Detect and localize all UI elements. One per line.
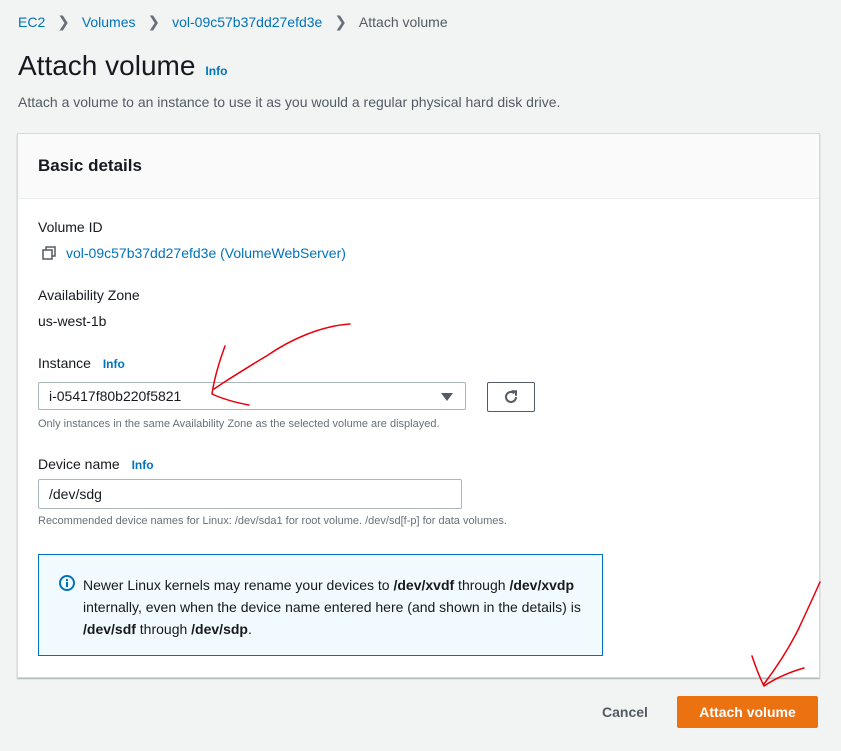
attach-volume-button[interactable]: Attach volume (677, 696, 818, 728)
breadcrumb-volumes[interactable]: Volumes (82, 14, 136, 30)
copy-icon[interactable] (42, 246, 56, 260)
device-name-hint: Recommended device names for Linux: /dev… (38, 515, 507, 527)
instance-label-text: Instance (38, 355, 91, 371)
volume-id-label: Volume ID (38, 219, 103, 235)
instance-select[interactable]: i-05417f80b220f5821 (38, 382, 466, 410)
device-name-label: Device name Info (38, 456, 154, 472)
breadcrumb-ec2[interactable]: EC2 (18, 14, 45, 30)
availability-zone-value: us-west-1b (38, 313, 107, 329)
instance-label: Instance Info (38, 355, 125, 371)
device-name-label-text: Device name (38, 456, 120, 472)
info-circle-icon (59, 575, 75, 591)
breadcrumb-volume-id[interactable]: vol-09c57b37dd27efd3e (172, 14, 322, 30)
breadcrumb: EC2 ❯ Volumes ❯ vol-09c57b37dd27efd3e ❯ … (18, 13, 448, 31)
title-info-link[interactable]: Info (205, 64, 227, 78)
panel-title: Basic details (38, 156, 142, 175)
refresh-icon (505, 390, 517, 403)
chevron-right-icon: ❯ (57, 14, 70, 31)
info-alert: Newer Linux kernels may rename your devi… (38, 554, 603, 656)
caret-down-icon (441, 393, 453, 401)
device-name-info-link[interactable]: Info (132, 458, 154, 472)
cancel-button[interactable]: Cancel (590, 696, 660, 728)
basic-details-panel: Basic details Volume ID vol-09c57b37dd27… (17, 133, 820, 678)
breadcrumb-current: Attach volume (358, 14, 448, 30)
page-header: Attach volume Info (18, 50, 227, 82)
alert-text: Newer Linux kernels may rename your devi… (83, 577, 581, 637)
page-description: Attach a volume to an instance to use it… (18, 94, 561, 110)
instance-hint: Only instances in the same Availability … (38, 418, 440, 430)
refresh-button[interactable] (487, 382, 535, 412)
device-name-input[interactable]: /dev/sdg (38, 479, 462, 509)
volume-id-link[interactable]: vol-09c57b37dd27efd3e (VolumeWebServer) (66, 245, 346, 261)
availability-zone-label: Availability Zone (38, 287, 140, 303)
panel-header: Basic details (18, 134, 819, 199)
chevron-right-icon: ❯ (334, 14, 347, 31)
chevron-right-icon: ❯ (147, 14, 161, 31)
instance-select-value: i-05417f80b220f5821 (49, 388, 182, 404)
instance-info-link[interactable]: Info (103, 357, 125, 371)
page-title: Attach volume (18, 50, 196, 81)
